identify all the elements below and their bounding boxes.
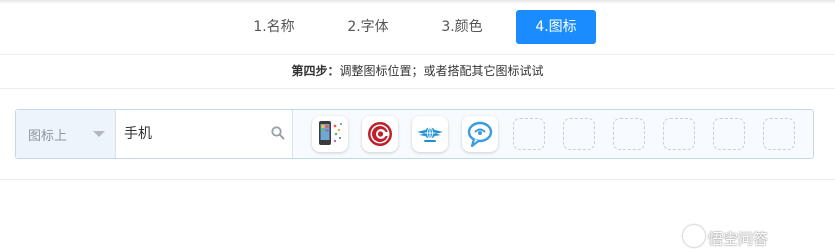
caret-down-icon <box>93 131 105 137</box>
tab-step-font[interactable]: 2.字体 <box>334 10 402 44</box>
hint-step-label: 第四步： <box>291 64 340 78</box>
tab-step-icon[interactable]: 4.图标 <box>516 10 596 44</box>
winged-globe-icon[interactable] <box>412 116 448 152</box>
icon-position-value: 图标上 <box>28 129 68 144</box>
watermark: 悟空问答 <box>683 225 769 248</box>
divider <box>0 179 835 180</box>
empty-icon-slot[interactable] <box>563 118 595 150</box>
empty-icon-slot[interactable] <box>513 118 545 150</box>
tab-step-color[interactable]: 3.颜色 <box>428 10 496 44</box>
icon-search-box <box>116 110 293 158</box>
tab-step-name[interactable]: 1.名称 <box>240 10 308 44</box>
chat-bubble-icon[interactable] <box>462 116 498 152</box>
step-hint: 第四步：调整图标位置；或者搭配其它图标试试 <box>0 62 835 79</box>
hint-text: 调整图标位置；或者搭配其它图标试试 <box>339 64 544 78</box>
watermark-text: 悟空问答 <box>708 230 769 248</box>
empty-icon-slot[interactable] <box>613 118 645 150</box>
empty-icon-slot[interactable] <box>713 118 745 150</box>
red-c-logo-icon[interactable] <box>362 116 398 152</box>
icon-toolbar: 图标上 <box>15 109 814 159</box>
step-tabs: 1.名称 2.字体 3.颜色 4.图标 <box>0 10 835 44</box>
phone-apps-icon[interactable] <box>312 116 348 152</box>
top-shadow <box>0 0 835 4</box>
divider <box>0 88 835 89</box>
empty-icon-slot[interactable] <box>763 118 795 150</box>
icon-search-input[interactable] <box>124 122 264 144</box>
empty-icon-slot[interactable] <box>663 118 695 150</box>
search-icon[interactable] <box>270 125 286 141</box>
divider <box>0 54 835 55</box>
icon-position-select[interactable]: 图标上 <box>16 110 116 158</box>
watermark-logo-icon <box>683 225 705 247</box>
